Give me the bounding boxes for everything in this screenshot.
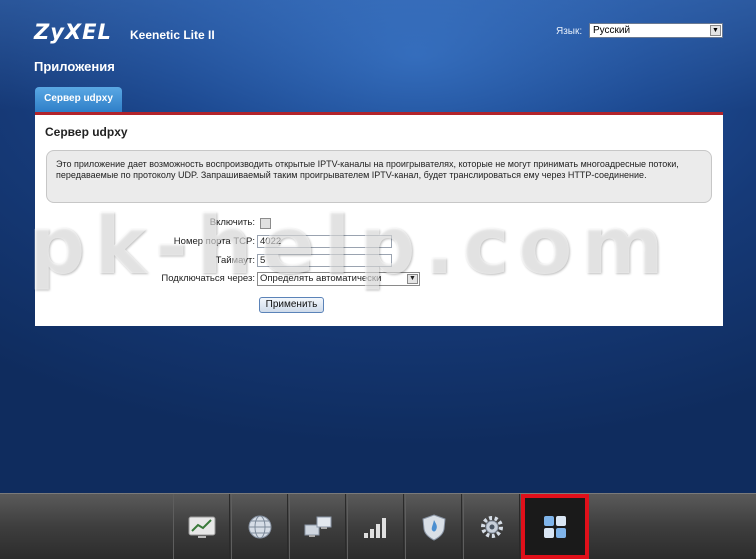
enable-checkbox[interactable] [260, 218, 271, 229]
monitor-chart-icon [188, 516, 215, 538]
timeout-label: Таймаут: [215, 255, 255, 266]
zyxel-logo: ZyXEL [34, 20, 112, 44]
chevron-down-icon[interactable]: ▼ [710, 25, 721, 36]
apps-grid-icon [544, 515, 566, 538]
nav-system[interactable] [463, 494, 520, 559]
nav-security[interactable] [405, 494, 462, 559]
language-label: Язык: [556, 26, 583, 37]
enable-label: Включить: [209, 217, 255, 228]
settings-panel: Сервер udpxy Это приложение дает возможн… [35, 115, 723, 326]
nav-applications[interactable] [521, 494, 589, 559]
info-box: Это приложение дает возможность воспроиз… [46, 150, 712, 203]
connect-via-label: Подключаться через: [161, 273, 255, 284]
language-select-value: Русский [593, 25, 631, 36]
shield-icon [421, 513, 446, 541]
tcp-port-input[interactable]: 4022 [257, 235, 392, 248]
bottom-navigation [0, 493, 756, 559]
nav-monitor[interactable] [173, 494, 230, 559]
nav-wifi[interactable] [347, 494, 404, 559]
globe-icon [248, 515, 271, 538]
timeout-input[interactable]: 5 [257, 254, 392, 267]
device-model: Keenetic Lite II [130, 28, 215, 42]
connect-via-value: Определять автоматически [260, 273, 382, 284]
tab-udpxy-server[interactable]: Сервер udpxy [35, 87, 122, 112]
page-title: Приложения [34, 59, 115, 74]
signal-bars-icon [363, 517, 386, 538]
gear-icon [480, 515, 503, 538]
connect-via-select[interactable]: Определять автоматически ▼ [257, 272, 420, 286]
apply-button[interactable]: Применить [259, 297, 324, 313]
language-select[interactable]: Русский ▼ [589, 23, 723, 38]
nav-internet[interactable] [231, 494, 288, 559]
panel-title: Сервер udpxy [45, 125, 128, 139]
tcp-port-label: Номер порта TCP: [173, 236, 255, 247]
nav-home-network[interactable] [289, 494, 346, 559]
network-computers-icon [304, 516, 331, 537]
chevron-down-icon[interactable]: ▼ [407, 274, 418, 284]
